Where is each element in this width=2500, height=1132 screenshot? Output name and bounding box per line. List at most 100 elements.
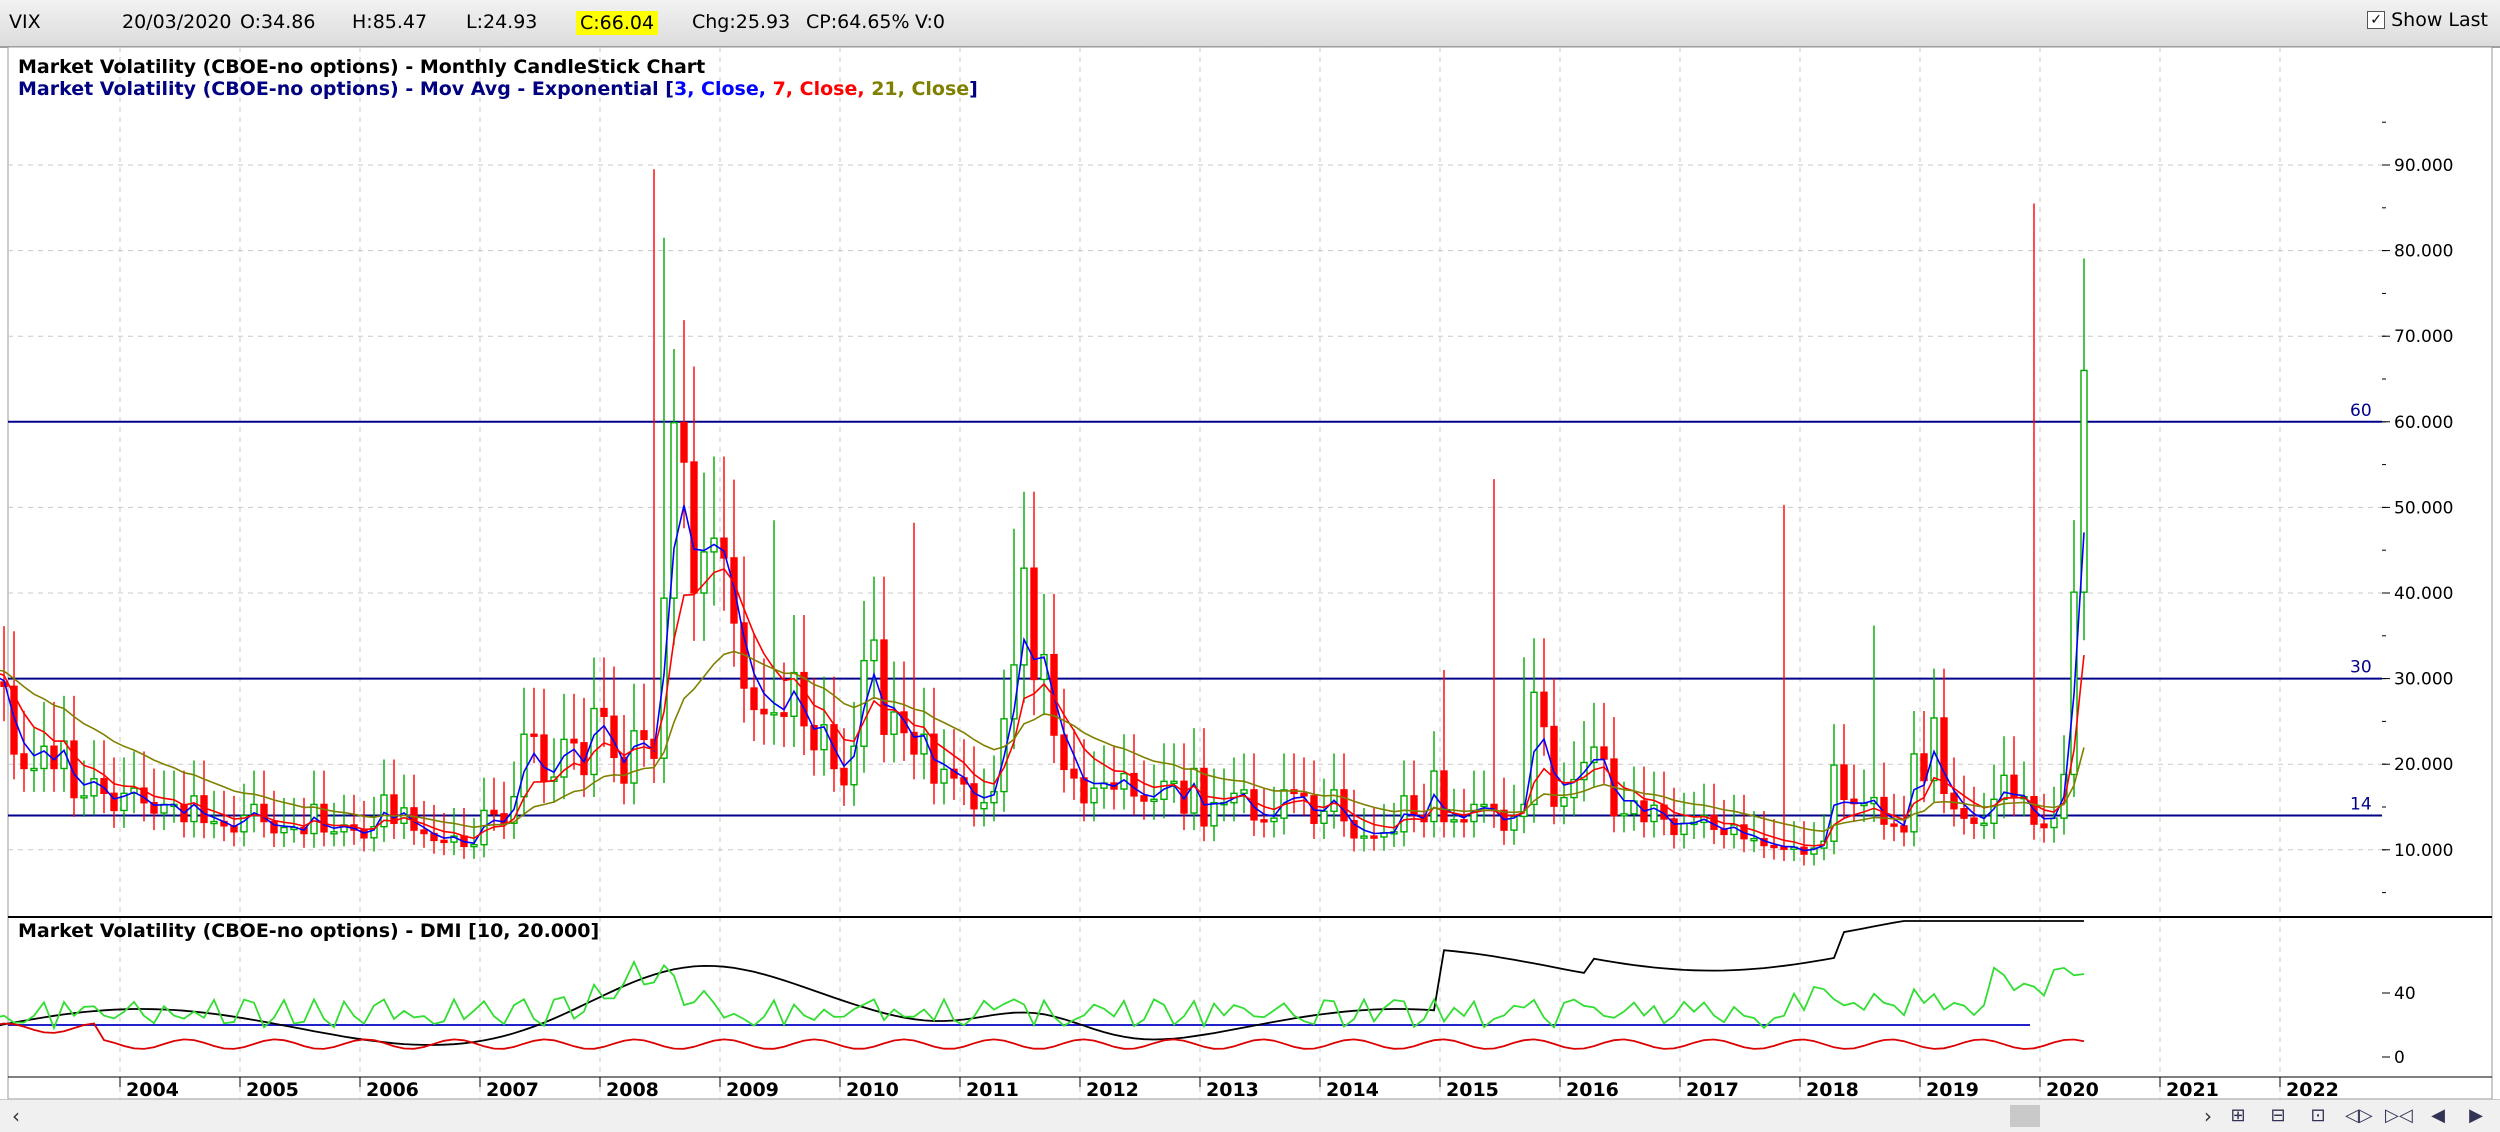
candle-body: [760, 708, 768, 715]
candle-body: [800, 671, 808, 727]
candle-body: [770, 712, 778, 716]
step-back-icon[interactable]: ◀: [2425, 1103, 2451, 1129]
candle-body: [750, 687, 758, 711]
candle-body: [1070, 768, 1078, 779]
candle-body: [210, 820, 218, 825]
candle-body: [1910, 753, 1918, 833]
scroll-right-icon[interactable]: ›: [2204, 1104, 2212, 1128]
candle-body: [1150, 798, 1158, 802]
year-label: 2016: [1566, 1079, 1619, 1101]
year-label: 2015: [1446, 1079, 1499, 1101]
year-label: 2018: [1806, 1079, 1859, 1101]
candle-body: [1620, 813, 1628, 817]
zoom-reset-icon[interactable]: ⊡: [2305, 1103, 2331, 1129]
price-tick-label: 90.000: [2394, 156, 2453, 176]
candle-body: [1890, 823, 1898, 827]
dmi-pane-title: Market Volatility (CBOE-no options) - DM…: [18, 920, 599, 942]
candle-body: [720, 537, 728, 559]
price-pane-title: Market Volatility (CBOE-no options) - Mo…: [18, 56, 705, 78]
candle-body: [680, 421, 688, 463]
candle-body: [1600, 746, 1608, 760]
candle-body: [1320, 810, 1328, 824]
year-label: 2007: [486, 1079, 539, 1101]
year-label: 2013: [1206, 1079, 1259, 1101]
candle-body: [1260, 819, 1268, 823]
candle-body: [2050, 817, 2058, 829]
quote-bar: VIX 20/03/2020 O:34.86 H:85.47 L:24.93 C…: [0, 0, 2500, 48]
step-forward-icon[interactable]: ▶: [2463, 1103, 2489, 1129]
price-tick-label: 40.000: [2394, 584, 2453, 604]
candle-body: [440, 839, 448, 844]
year-label: 2010: [846, 1079, 899, 1101]
ma-legend-ema7: 7, Close,: [773, 78, 865, 100]
candle-body: [1770, 844, 1778, 849]
candle-body: [160, 803, 168, 814]
expand-icon[interactable]: ◁▷: [2345, 1103, 2373, 1129]
chart-canvas[interactable]: 60 30 14 90.000 80.000 70.000 60.000 50.000 40.…: [0, 47, 2500, 1109]
candle-body: [1140, 795, 1148, 802]
year-label: 2014: [1326, 1079, 1379, 1101]
candle-body: [1090, 787, 1098, 804]
quote-change-pct: CP:64.65%: [806, 11, 910, 33]
year-label: 2009: [726, 1079, 779, 1101]
quote-open: O:34.86: [240, 11, 316, 33]
candle-body: [1410, 795, 1418, 817]
candle-body: [1680, 822, 1688, 836]
candle-body: [1960, 808, 1968, 819]
show-last-label: Show Last: [2391, 9, 2488, 31]
ma-legend: Market Volatility (CBOE-no options) - Mo…: [18, 78, 978, 100]
candle-body: [80, 795, 88, 799]
candle-body: [40, 745, 48, 770]
scroll-left-icon[interactable]: ‹: [12, 1104, 20, 1128]
year-label: 2020: [2046, 1079, 2099, 1101]
candle-body: [1780, 846, 1788, 850]
dmi-tick-label: 0: [2394, 1048, 2405, 1068]
compress-icon[interactable]: ▷◁: [2385, 1103, 2413, 1129]
candle-body: [1340, 789, 1348, 822]
year-label: 2008: [606, 1079, 659, 1101]
dmi-tick-label: 40: [2394, 984, 2416, 1004]
quote-change: Chg:25.93: [692, 11, 791, 33]
reference-line-label: 14: [2350, 795, 2372, 815]
quote-volume: V:0: [915, 11, 945, 33]
candle-body: [1300, 792, 1308, 797]
candle-body: [1560, 796, 1568, 807]
price-tick-label: 20.000: [2394, 755, 2453, 775]
candle-body: [570, 738, 578, 744]
zoom-out-icon[interactable]: ⊟: [2265, 1103, 2291, 1129]
price-tick-label: 80.000: [2394, 242, 2453, 262]
year-label: 2011: [966, 1079, 1019, 1101]
candle-body: [690, 461, 698, 594]
candle-body: [890, 711, 898, 735]
year-label: 2021: [2166, 1079, 2219, 1101]
candle-body: [940, 768, 948, 784]
horizontal-scrollbar[interactable]: ‹ › ⊞ ⊟ ⊡ ◁▷ ▷◁ ◀ ▶: [0, 1099, 2500, 1132]
ma-legend-prefix: Market Volatility (CBOE-no options) - Mo…: [18, 78, 674, 100]
year-label: 2017: [1686, 1079, 1739, 1101]
candle-body: [1370, 835, 1378, 839]
candle-body: [840, 767, 848, 786]
candle-body: [280, 826, 288, 834]
show-last-toggle[interactable]: ✓ Show Last: [2367, 9, 2488, 31]
year-label: 2006: [366, 1079, 419, 1101]
candle-body: [330, 831, 338, 835]
candle-body: [780, 712, 788, 717]
year-label: 2012: [1086, 1079, 1139, 1101]
year-label: 2005: [246, 1079, 299, 1101]
candle-body: [1840, 764, 1848, 800]
price-tick-label: 60.000: [2394, 413, 2453, 433]
zoom-in-icon[interactable]: ⊞: [2225, 1103, 2251, 1129]
scroll-thumb[interactable]: [2010, 1105, 2040, 1127]
candle-body: [870, 639, 878, 662]
year-label: 2004: [126, 1079, 179, 1101]
show-last-checkbox[interactable]: ✓: [2367, 11, 2386, 29]
year-label: 2019: [1926, 1079, 1979, 1101]
candle-body: [540, 734, 548, 783]
candle-body: [1970, 817, 1978, 824]
candle-body: [390, 794, 398, 824]
candle-body: [1030, 567, 1038, 681]
candle-body: [2040, 823, 2048, 829]
candle-body: [1080, 777, 1088, 804]
candle-body: [1190, 767, 1198, 814]
candle-body: [1440, 770, 1448, 823]
